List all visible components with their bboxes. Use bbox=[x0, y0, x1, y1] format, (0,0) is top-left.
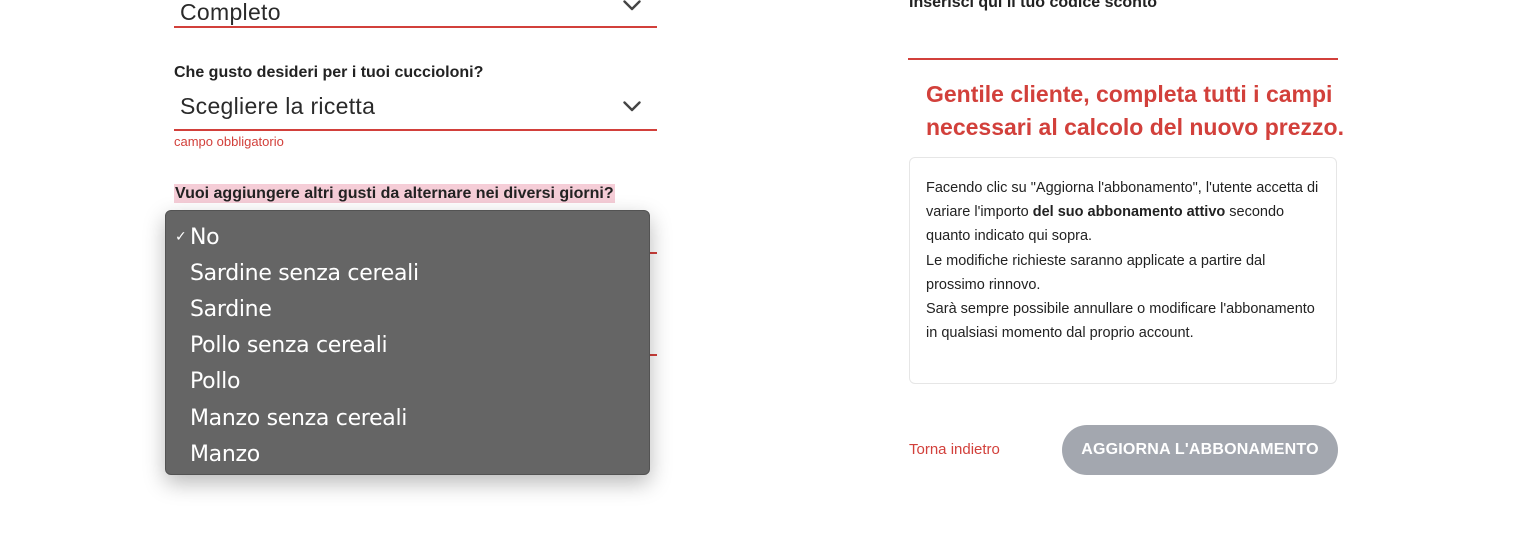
recipe-select[interactable]: Scegliere la ricetta bbox=[174, 88, 657, 131]
dropdown-option-label: Sardine senza cereali bbox=[190, 261, 419, 286]
chevron-down-icon bbox=[623, 0, 641, 11]
check-icon: ✓ bbox=[175, 229, 187, 245]
dropdown-option-sardine[interactable]: Sardine bbox=[166, 290, 649, 326]
dropdown-option-label: Pollo bbox=[190, 369, 241, 394]
notice-text-bold: del suo abbonamento attivo bbox=[1032, 204, 1226, 221]
notice-text-3: Le modifiche richieste saranno applicate… bbox=[926, 252, 1266, 293]
recipe-select-value: Scegliere la ricetta bbox=[180, 93, 376, 119]
notice-text: Facendo clic su "Aggiorna l'abbonamento"… bbox=[926, 176, 1326, 345]
dropdown-option-label: Sardine bbox=[190, 297, 272, 322]
recipe-select-label: Che gusto desideri per i tuoi cuccioloni… bbox=[174, 64, 484, 81]
dropdown-option-sardine-senza-cereali[interactable]: Sardine senza cereali bbox=[166, 254, 649, 290]
chevron-down-icon bbox=[623, 101, 641, 112]
dropdown-option-label: Manzo senza cereali bbox=[190, 406, 408, 431]
size-select-value: Completo bbox=[180, 0, 281, 25]
dropdown-option-pollo[interactable]: Pollo bbox=[166, 362, 649, 398]
price-warning: Gentile cliente, completa tutti i campi … bbox=[926, 81, 1344, 140]
alternate-flavors-dropdown[interactable]: ✓ No Sardine senza cereali Sardine Pollo… bbox=[165, 210, 650, 475]
alternate-flavors-label: Vuoi aggiungere altri gusti da alternare… bbox=[174, 184, 615, 203]
alternate-flavors-label-text: Vuoi aggiungere altri gusti da alternare… bbox=[174, 184, 615, 203]
coupon-label: Inserisci qui il tuo codice sconto bbox=[909, 0, 1158, 11]
dropdown-option-manzo[interactable]: Manzo bbox=[166, 435, 649, 471]
dropdown-option-label: No bbox=[190, 225, 220, 250]
subscription-notice: Facendo clic su "Aggiorna l'abbonamento"… bbox=[909, 157, 1337, 384]
dropdown-option-label: Pollo senza cereali bbox=[190, 333, 388, 358]
alternate-flavors-underline bbox=[650, 252, 657, 254]
notice-text-4: Sarà sempre possibile annullare o modifi… bbox=[926, 301, 1315, 342]
back-link[interactable]: Torna indietro bbox=[909, 441, 1000, 458]
recipe-select-error: campo obbligatorio bbox=[174, 134, 284, 149]
dropdown-option-no[interactable]: ✓ No bbox=[166, 218, 649, 254]
next-field-underline bbox=[650, 354, 657, 356]
coupon-input[interactable] bbox=[908, 58, 1338, 60]
size-select[interactable]: Completo bbox=[174, 0, 657, 28]
dropdown-option-manzo-senza-cereali[interactable]: Manzo senza cereali bbox=[166, 399, 649, 435]
dropdown-option-label: Manzo bbox=[190, 442, 260, 467]
dropdown-option-pollo-senza-cereali[interactable]: Pollo senza cereali bbox=[166, 326, 649, 362]
update-subscription-button[interactable]: AGGIORNA L'ABBONAMENTO bbox=[1062, 425, 1338, 475]
